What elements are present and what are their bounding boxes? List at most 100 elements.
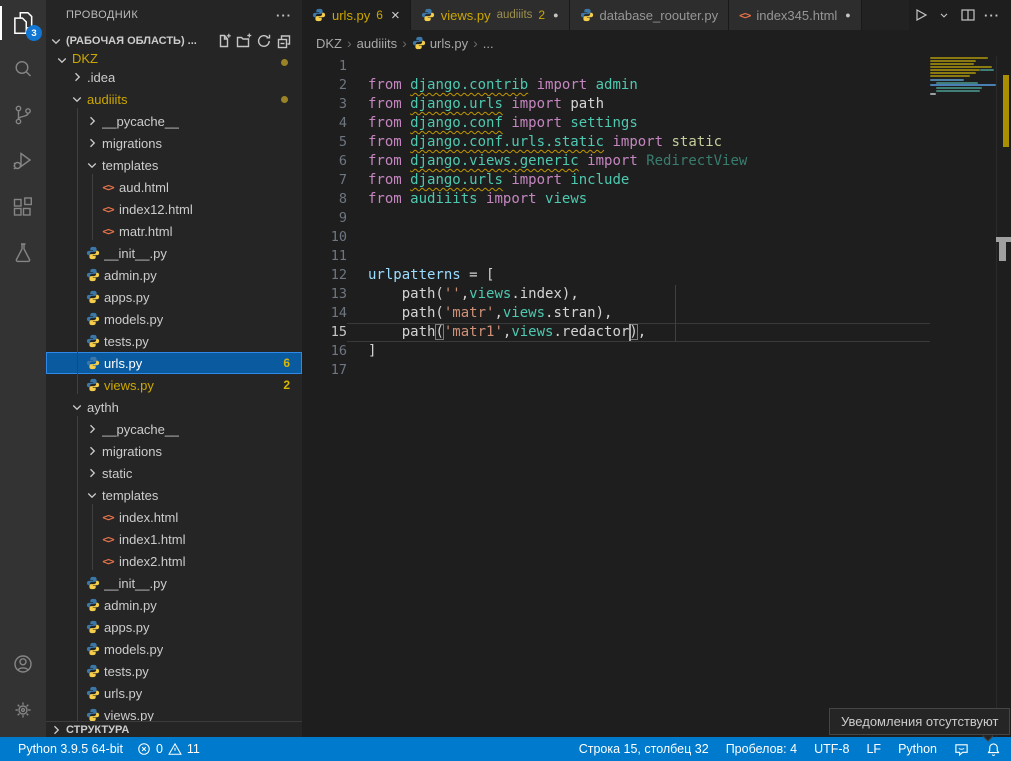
tree-item-templates[interactable]: templates [46, 484, 302, 506]
breadcrumb-item[interactable]: urls.py [412, 36, 468, 51]
tab-description: audiiits [497, 9, 533, 21]
status-feedback[interactable] [954, 742, 969, 757]
status-notifications[interactable] [986, 742, 1001, 757]
code-line-9[interactable]: 9 [302, 209, 930, 228]
tree-item-migrations[interactable]: migrations [46, 440, 302, 462]
tree-item-templates[interactable]: templates [46, 154, 302, 176]
breadcrumb-item[interactable]: ... [483, 36, 494, 51]
tree-item-migrations[interactable]: migrations [46, 132, 302, 154]
status-encoding[interactable]: UTF-8 [814, 742, 849, 756]
split-icon[interactable] [957, 4, 979, 26]
tree-item-models-py[interactable]: models.py [46, 638, 302, 660]
code-line-3[interactable]: 3from django.urls import path [302, 95, 930, 114]
overview-warning-marks [1003, 75, 1009, 147]
activity-testing[interactable] [0, 230, 46, 276]
code-line-14[interactable]: 14 path('matr',views.stran), [302, 304, 930, 323]
tree-item--init-py[interactable]: __init__.py [46, 572, 302, 594]
tree-item-label: templates [102, 158, 158, 173]
tree-item-aythh[interactable]: aythh [46, 396, 302, 418]
modified-dot-icon[interactable]: ● [845, 10, 850, 20]
run-icon[interactable] [909, 4, 931, 26]
status-cursor-position[interactable]: Строка 15, столбец 32 [579, 742, 709, 756]
breadcrumb-item[interactable]: audiiits [357, 36, 397, 51]
new-file-icon[interactable] [214, 31, 234, 51]
modified-dot [281, 59, 288, 66]
breadcrumb-item[interactable]: DKZ [316, 36, 342, 51]
code-line-8[interactable]: 8from audiiits import views [302, 190, 930, 209]
line-number: 15 [302, 323, 347, 342]
tree-item--init-py[interactable]: __init__.py [46, 242, 302, 264]
tab-views-py[interactable]: views.pyaudiiits2● [411, 0, 570, 30]
activity-account[interactable] [0, 641, 46, 687]
chev-right-icon [86, 445, 98, 457]
code-line-1[interactable]: 1 [302, 57, 930, 76]
tree-item-views-py[interactable]: views.py2 [46, 374, 302, 396]
tree-item-tests-py[interactable]: tests.py [46, 330, 302, 352]
close-icon[interactable]: × [391, 7, 400, 24]
activity-run-debug[interactable] [0, 138, 46, 184]
tree-item-index12-html[interactable]: <>index12.html [46, 198, 302, 220]
code-editor[interactable]: 12from django.contrib import admin3from … [302, 57, 930, 380]
code-line-2[interactable]: 2from django.contrib import admin [302, 76, 930, 95]
code-line-15[interactable]: 15 path('matr1',views.redactor), [302, 323, 930, 342]
activity-extensions[interactable] [0, 184, 46, 230]
tab-urls-py[interactable]: urls.py6× [302, 0, 411, 30]
tree-item-index1-html[interactable]: <>index1.html [46, 528, 302, 550]
chev-right-icon [86, 467, 98, 479]
tree-item-audiiits[interactable]: audiiits [46, 88, 302, 110]
activity-settings[interactable] [0, 687, 46, 733]
status-language-mode[interactable]: Python [898, 742, 937, 756]
code-line-5[interactable]: 5from django.conf.urls.static import sta… [302, 133, 930, 152]
more-icon[interactable]: ··· [981, 4, 1003, 26]
code-line-10[interactable]: 10 [302, 228, 930, 247]
new-folder-icon[interactable] [234, 31, 254, 51]
tree-item-index-html[interactable]: <>index.html [46, 506, 302, 528]
activity-source-control[interactable] [0, 92, 46, 138]
python-icon [86, 246, 100, 260]
activity-explorer[interactable]: 3 [0, 0, 46, 46]
workspace-section-header[interactable]: (РАБОЧАЯ ОБЛАСТЬ) ... [46, 30, 302, 52]
tree-item--idea[interactable]: .idea [46, 66, 302, 88]
code-line-13[interactable]: 13 path('',views.index), [302, 285, 930, 304]
tree-item-urls-py[interactable]: urls.py6 [46, 352, 302, 374]
status-problems[interactable]: 011 [137, 742, 200, 756]
code-line-7[interactable]: 7from django.urls import include [302, 171, 930, 190]
code-line-4[interactable]: 4from django.conf import settings [302, 114, 930, 133]
status-indentation[interactable]: Пробелов: 4 [726, 742, 797, 756]
tree-item-tests-py[interactable]: tests.py [46, 660, 302, 682]
outline-section-header[interactable]: СТРУКТУРА [46, 721, 302, 737]
scrollbar[interactable] [996, 26, 1011, 737]
code-line-11[interactable]: 11 [302, 247, 930, 266]
tree-item-apps-py[interactable]: apps.py [46, 286, 302, 308]
tree-item-label: index.html [119, 510, 178, 525]
tree-item-admin-py[interactable]: admin.py [46, 264, 302, 286]
sidebar-more-icon[interactable]: ··· [276, 8, 292, 23]
line-number: 7 [302, 171, 347, 190]
tree-item-dkz[interactable]: DKZ [46, 52, 302, 66]
breadcrumb-separator: › [345, 35, 354, 51]
run-dropdown-icon[interactable] [933, 4, 955, 26]
tree-item-models-py[interactable]: models.py [46, 308, 302, 330]
status-python-version[interactable]: Python 3.9.5 64-bit [18, 742, 123, 756]
tab-index345-html[interactable]: <>index345.html● [729, 0, 862, 30]
tree-item-index2-html[interactable]: <>index2.html [46, 550, 302, 572]
activity-search[interactable] [0, 46, 46, 92]
tree-item-apps-py[interactable]: apps.py [46, 616, 302, 638]
status-eol[interactable]: LF [866, 742, 881, 756]
code-line-6[interactable]: 6from django.views.generic import Redire… [302, 152, 930, 171]
tree-item-matr-html[interactable]: <>matr.html [46, 220, 302, 242]
tree-item--pycache-[interactable]: __pycache__ [46, 110, 302, 132]
refresh-icon[interactable] [254, 31, 274, 51]
tab-database-roouter-py[interactable]: database_roouter.py [570, 0, 730, 30]
tree-item-aud-html[interactable]: <>aud.html [46, 176, 302, 198]
code-line-12[interactable]: 12urlpatterns = [ [302, 266, 930, 285]
code-line-17[interactable]: 17 [302, 361, 930, 380]
code-line-16[interactable]: 16] [302, 342, 930, 361]
tree-item-admin-py[interactable]: admin.py [46, 594, 302, 616]
tree-item-static[interactable]: static [46, 462, 302, 484]
minimap[interactable] [930, 56, 998, 737]
collapse-all-icon[interactable] [274, 31, 294, 51]
tree-item--pycache-[interactable]: __pycache__ [46, 418, 302, 440]
modified-dot-icon[interactable]: ● [553, 10, 558, 20]
tree-item-urls-py[interactable]: urls.py [46, 682, 302, 704]
